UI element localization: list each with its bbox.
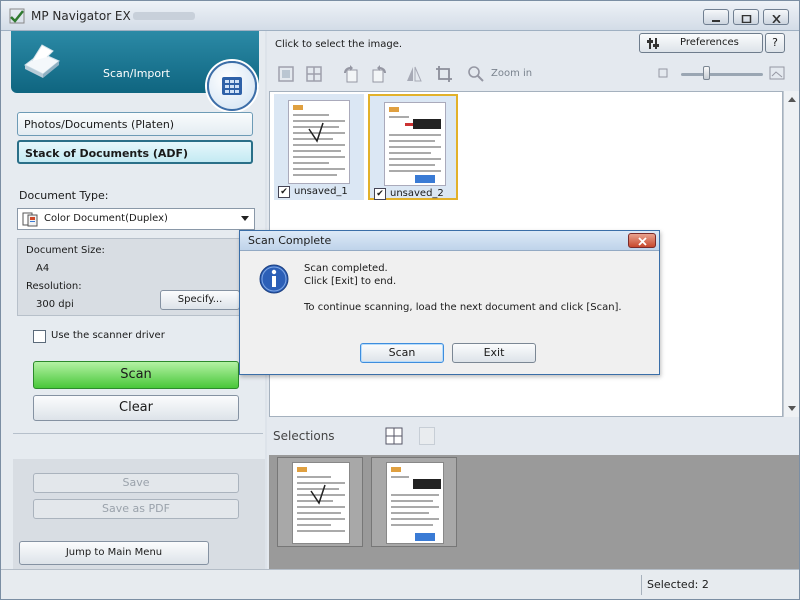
scroll-up-icon[interactable]	[788, 97, 796, 102]
preferences-icon	[646, 37, 660, 50]
document-type-label: Document Type:	[19, 189, 109, 202]
app-icon	[9, 8, 25, 24]
main-menu-button[interactable]	[207, 61, 257, 111]
clear-button[interactable]: Clear	[33, 395, 239, 421]
minimize-icon	[711, 13, 722, 22]
selected-count: Selected: 2	[647, 578, 709, 591]
left-panel: Scan/Import Photos/Documents (Platen) St…	[1, 31, 265, 569]
scroll-down-icon[interactable]	[788, 406, 796, 411]
dialog-close-button[interactable]	[628, 233, 656, 248]
dialog-exit-button[interactable]: Exit	[452, 343, 536, 363]
help-button[interactable]: ?	[765, 33, 785, 53]
resolution-value: 300 dpi	[36, 299, 74, 310]
dialog-scan-button[interactable]: Scan	[360, 343, 444, 363]
info-icon	[258, 263, 290, 295]
zoom-in-icon[interactable]	[467, 65, 485, 83]
app-window: MP Navigator EX Scan/Import Photos/Docum…	[0, 0, 800, 600]
rotate-left-icon[interactable]	[341, 65, 359, 83]
select-all-icon[interactable]	[277, 65, 295, 83]
thumbnail-unsaved-2[interactable]: ✔ unsaved_2	[368, 94, 458, 200]
dropdown-arrow-icon	[241, 216, 249, 221]
large-thumb-icon[interactable]	[769, 66, 785, 80]
scan-complete-dialog: Scan Complete Scan completed. Click [Exi…	[239, 230, 660, 375]
selections-area[interactable]	[269, 455, 799, 569]
title-redacted	[133, 12, 195, 20]
document-size-value: A4	[36, 263, 50, 274]
title-bar[interactable]: MP Navigator EX	[1, 1, 799, 31]
zoom-in-label: Zoom in	[491, 68, 533, 79]
scanner-driver-label: Use the scanner driver	[51, 330, 165, 341]
left-divider	[13, 433, 263, 434]
maximize-icon	[741, 13, 752, 24]
flip-icon[interactable]	[405, 65, 423, 83]
resolution-label: Resolution:	[26, 281, 82, 292]
close-button[interactable]	[763, 9, 789, 25]
small-thumb-icon[interactable]	[657, 67, 669, 79]
scanner-icon	[19, 41, 65, 81]
dialog-message-line2: Click [Exit] to end.	[304, 276, 397, 287]
save-button[interactable]: Save	[33, 473, 239, 493]
document-type-select[interactable]: Color Document(Duplex)	[17, 208, 255, 230]
close-icon	[771, 13, 782, 24]
grid-view-icon[interactable]	[305, 65, 323, 83]
preferences-button[interactable]: Preferences	[639, 33, 763, 53]
slider-thumb[interactable]	[703, 66, 710, 80]
dialog-title: Scan Complete	[248, 234, 332, 247]
checkmark-icon[interactable]: ✔	[374, 188, 386, 200]
document-size-label: Document Size:	[26, 245, 105, 256]
page-preview	[292, 462, 350, 544]
instruction-text: Click to select the image.	[275, 39, 403, 50]
scanner-driver-checkbox[interactable]	[33, 330, 46, 343]
thumbnail-name: unsaved_2	[390, 188, 444, 199]
photos-documents-button[interactable]: Photos/Documents (Platen)	[17, 112, 253, 136]
thumbnail-size-slider[interactable]	[681, 73, 763, 76]
maximize-button[interactable]	[733, 9, 759, 25]
document-type-value: Color Document(Duplex)	[44, 213, 168, 224]
status-separator	[641, 575, 642, 595]
status-bar: Selected: 2	[1, 569, 799, 599]
page-preview	[288, 100, 350, 184]
window-title: MP Navigator EX	[31, 9, 131, 23]
thumbnail-name: unsaved_1	[294, 186, 348, 197]
selected-thumbnail[interactable]	[371, 457, 457, 547]
document-icon	[22, 212, 38, 227]
scan-settings-box: Document Size: A4 Resolution: 300 dpi Sp…	[17, 238, 255, 316]
dialog-message-line3: To continue scanning, load the next docu…	[304, 302, 622, 313]
rotate-right-icon[interactable]	[371, 65, 389, 83]
preferences-label: Preferences	[680, 37, 739, 48]
dialog-title-bar[interactable]: Scan Complete	[240, 231, 659, 251]
thumbnail-scrollbar[interactable]	[783, 91, 799, 417]
thumbnail-unsaved-1[interactable]: ✔ unsaved_1	[274, 94, 364, 200]
image-toolbar: Zoom in	[271, 59, 793, 89]
save-as-pdf-button[interactable]: Save as PDF	[33, 499, 239, 519]
specify-button[interactable]: Specify...	[160, 290, 240, 310]
stack-documents-button[interactable]: Stack of Documents (ADF)	[17, 140, 253, 164]
single-view-icon[interactable]	[419, 427, 435, 445]
minimize-button[interactable]	[703, 9, 729, 25]
checkmark-icon[interactable]: ✔	[278, 186, 290, 198]
page-preview	[386, 462, 444, 544]
close-icon	[638, 236, 647, 246]
page-preview	[384, 102, 446, 186]
scan-button[interactable]: Scan	[33, 361, 239, 389]
selections-label: Selections	[273, 429, 335, 443]
grid-icon[interactable]	[385, 427, 403, 445]
dialog-message-line1: Scan completed.	[304, 263, 388, 274]
scan-import-label: Scan/Import	[103, 67, 170, 80]
selected-thumbnail[interactable]	[277, 457, 363, 547]
crop-icon[interactable]	[435, 65, 453, 83]
jump-to-main-menu-button[interactable]: Jump to Main Menu	[19, 541, 209, 565]
main-menu-icon	[221, 75, 243, 97]
